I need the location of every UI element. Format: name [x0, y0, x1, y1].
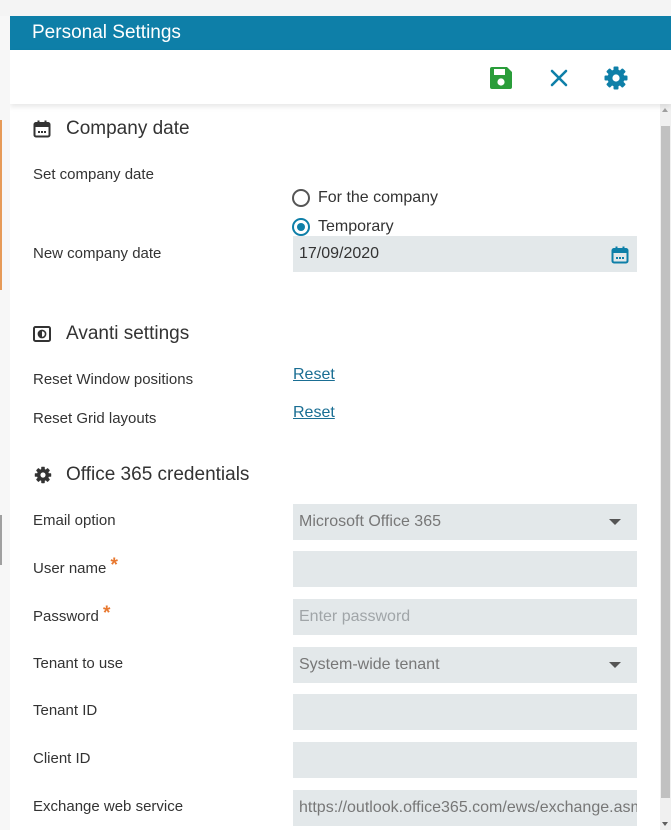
- password-placeholder: Enter password: [299, 608, 411, 625]
- email-option-label: Email option: [33, 512, 116, 529]
- office365-credentials-title: Office 365 credentials: [66, 464, 250, 485]
- radio-button-checked[interactable]: [292, 218, 310, 236]
- calendar-picker-icon[interactable]: [611, 246, 629, 264]
- email-option-select[interactable]: Microsoft Office 365: [293, 504, 637, 540]
- gear-icon: [604, 66, 628, 90]
- required-asterisk: *: [110, 555, 118, 576]
- scrollbar-thumb[interactable]: [661, 126, 670, 798]
- user-name-label-text: User name: [33, 560, 107, 577]
- avanti-settings-title: Avanti settings: [66, 323, 190, 344]
- chevron-down-icon: [609, 519, 621, 525]
- email-option-value: Microsoft Office 365: [299, 513, 441, 530]
- tenant-to-use-label: Tenant to use: [33, 655, 124, 672]
- close-button[interactable]: [545, 64, 573, 92]
- new-company-date-label: New company date: [33, 245, 162, 262]
- settings-button[interactable]: [602, 64, 630, 92]
- radio-temporary[interactable]: Temporary: [292, 216, 492, 238]
- radio-temporary-label: Temporary: [318, 218, 394, 235]
- gear-icon: [34, 466, 52, 484]
- tenant-to-use-value: System-wide tenant: [299, 656, 440, 673]
- reset-grid-layouts-label: Reset Grid layouts: [33, 410, 157, 427]
- password-input[interactable]: Enter password: [293, 599, 637, 635]
- exchange-web-service-label: Exchange web service: [33, 798, 184, 815]
- dialog-toolbar: [10, 50, 671, 104]
- dialog-title: Personal Settings: [32, 22, 181, 43]
- user-name-input[interactable]: [293, 551, 637, 587]
- scroll-up-arrow-icon[interactable]: [662, 108, 668, 112]
- company-date-title: Company date: [66, 118, 190, 139]
- vertical-scrollbar[interactable]: [660, 104, 671, 830]
- scroll-down-arrow-icon[interactable]: [662, 822, 668, 826]
- exchange-web-service-value: https://outlook.office365.com/ews/exchan…: [299, 799, 637, 816]
- password-label-text: Password: [33, 608, 99, 625]
- close-x-icon: [550, 69, 568, 87]
- floppy-save-icon: [490, 67, 512, 89]
- background-accent-dark: [0, 515, 2, 565]
- reset-grid-layouts-link[interactable]: Reset: [293, 404, 335, 422]
- user-name-label: User name *: [33, 556, 118, 578]
- chevron-down-icon: [609, 662, 621, 668]
- password-label: Password *: [33, 604, 110, 626]
- client-id-input[interactable]: [293, 742, 637, 778]
- save-button[interactable]: [487, 64, 515, 92]
- settings-content: Company date Set company date For the co…: [10, 104, 660, 830]
- new-company-date-value: 17/09/2020: [299, 245, 380, 262]
- radio-button-unchecked[interactable]: [292, 189, 310, 207]
- radio-for-the-company-label: For the company: [318, 189, 439, 206]
- new-company-date-input[interactable]: 17/09/2020: [293, 236, 637, 272]
- required-asterisk: *: [103, 603, 111, 624]
- client-id-label: Client ID: [33, 750, 91, 767]
- radio-for-the-company[interactable]: For the company: [292, 187, 492, 209]
- reset-window-positions-label: Reset Window positions: [33, 371, 194, 388]
- window-screen-icon: [33, 326, 51, 342]
- background-accent: [0, 120, 2, 290]
- background-window: [0, 0, 671, 16]
- dialog-titlebar: Personal Settings: [10, 16, 671, 50]
- tenant-to-use-select[interactable]: System-wide tenant: [293, 647, 637, 683]
- set-company-date-label: Set company date: [33, 166, 154, 183]
- reset-window-positions-link[interactable]: Reset: [293, 366, 335, 384]
- exchange-web-service-input[interactable]: https://outlook.office365.com/ews/exchan…: [293, 790, 637, 826]
- tenant-id-input[interactable]: [293, 694, 637, 730]
- calendar-icon: [33, 120, 51, 138]
- personal-settings-dialog: Personal Settings Company date Set compa…: [10, 16, 671, 830]
- tenant-id-label: Tenant ID: [33, 702, 98, 719]
